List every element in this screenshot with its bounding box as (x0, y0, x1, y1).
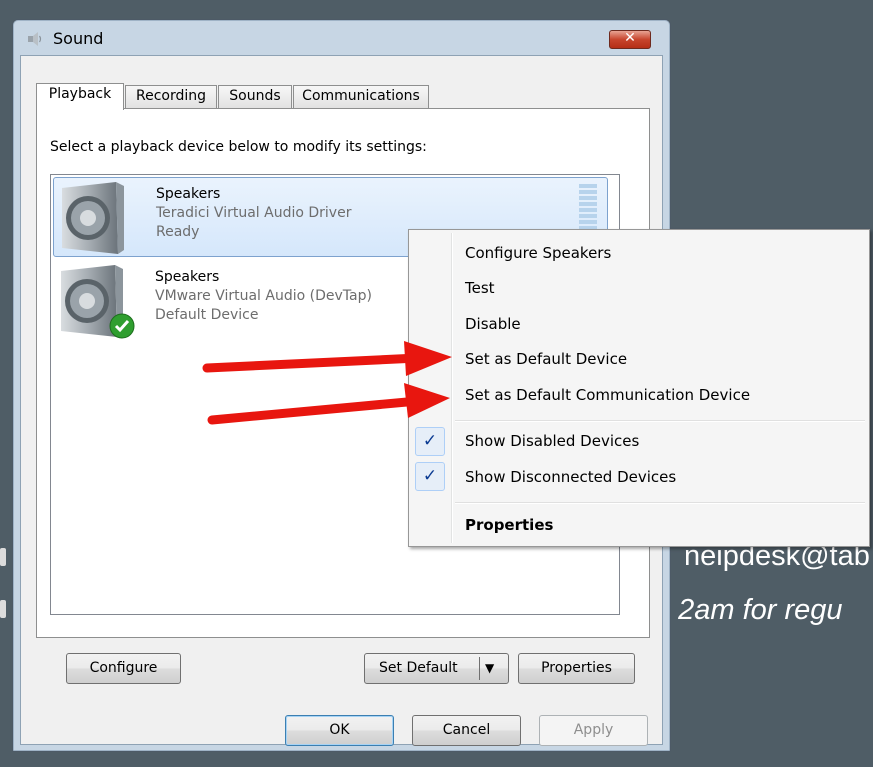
configure-button[interactable]: Configure (66, 653, 181, 684)
device-driver: Teradici Virtual Audio Driver (156, 205, 352, 221)
chevron-down-icon[interactable]: ▼ (485, 654, 494, 683)
device-driver: VMware Virtual Audio (DevTap) (155, 288, 372, 304)
device-name: Speakers (156, 186, 221, 202)
green-check-icon (109, 313, 135, 339)
background-fragment (0, 548, 6, 566)
background-fragment (0, 600, 6, 618)
ok-button[interactable]: OK (285, 715, 394, 746)
split-divider (479, 657, 480, 680)
menu-item-configure-speakers[interactable]: Configure Speakers (465, 244, 611, 262)
device-status: Default Device (155, 307, 259, 323)
device-status: Ready (156, 224, 200, 240)
title-bar[interactable]: Sound ✕ (13, 20, 670, 56)
checkmark-icon: ✓ (415, 462, 445, 491)
menu-item-properties[interactable]: Properties (465, 516, 553, 534)
properties-button[interactable]: Properties (518, 653, 635, 684)
checkmark-icon: ✓ (415, 427, 445, 456)
menu-item-show-disabled-devices[interactable]: Show Disabled Devices (465, 432, 639, 450)
window-title: Sound (53, 29, 104, 48)
tab-sounds[interactable]: Sounds (218, 85, 292, 108)
speaker-device-icon (62, 182, 124, 254)
tab-communications[interactable]: Communications (293, 85, 429, 108)
menu-item-test[interactable]: Test (465, 279, 495, 297)
menu-separator (455, 502, 865, 504)
tab-recording[interactable]: Recording (125, 85, 217, 108)
instruction-text: Select a playback device below to modify… (50, 139, 427, 155)
close-button[interactable]: ✕ (609, 30, 651, 49)
menu-separator (455, 420, 865, 422)
set-default-button[interactable]: Set Default ▼ (364, 653, 509, 684)
device-name: Speakers (155, 269, 220, 285)
menu-item-show-disconnected-devices[interactable]: Show Disconnected Devices (465, 468, 676, 486)
apply-button[interactable]: Apply (539, 715, 648, 746)
speaker-icon (28, 32, 42, 46)
tab-playback[interactable]: Playback (36, 83, 124, 110)
menu-item-set-default-communication-device[interactable]: Set as Default Communication Device (465, 386, 750, 404)
menu-gutter (451, 233, 453, 543)
close-icon: ✕ (624, 30, 636, 46)
menu-item-set-default-device[interactable]: Set as Default Device (465, 350, 627, 368)
cancel-button[interactable]: Cancel (412, 715, 521, 746)
background-note-text: : 2am for regu (662, 594, 843, 626)
device-context-menu: Configure Speakers Test Disable Set as D… (408, 229, 870, 547)
set-default-label: Set Default (379, 660, 458, 676)
menu-item-disable[interactable]: Disable (465, 315, 521, 333)
